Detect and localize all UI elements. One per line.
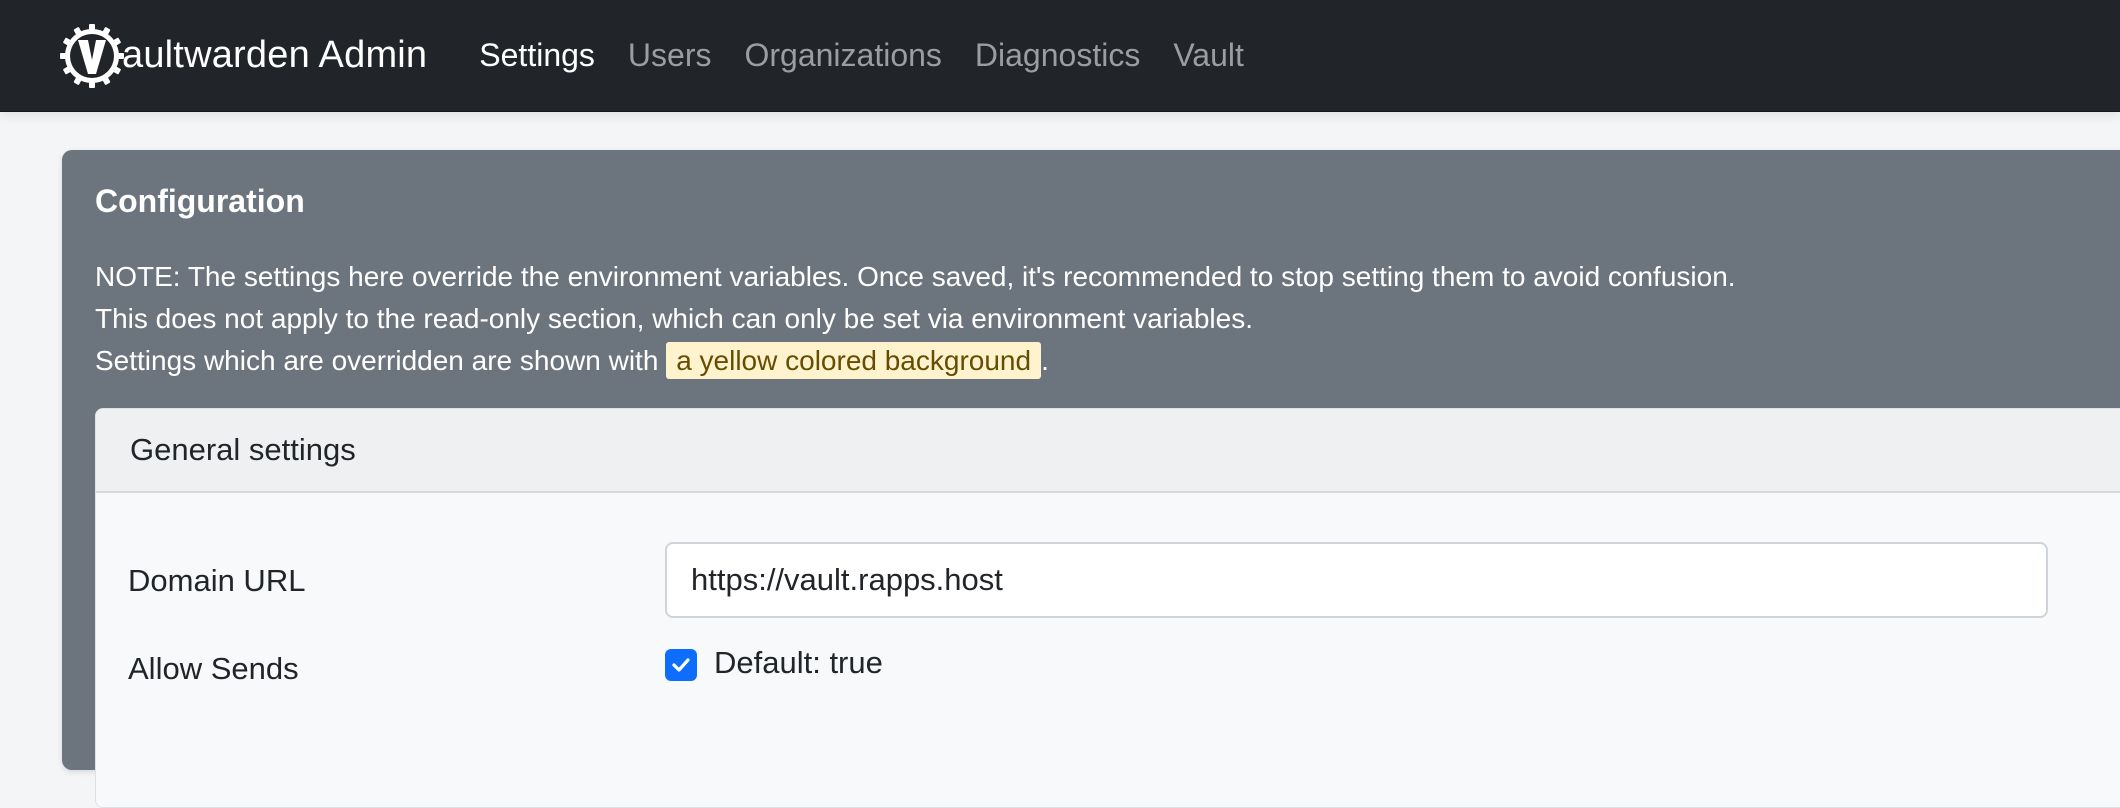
configuration-title: Configuration: [95, 183, 305, 219]
check-icon: [672, 658, 690, 672]
nav-link-vault[interactable]: Vault: [1173, 37, 1244, 74]
general-settings-header[interactable]: General settings: [96, 409, 2120, 493]
nav-link-users[interactable]: Users: [628, 37, 712, 74]
allow-sends-checkbox[interactable]: [665, 649, 697, 681]
nav-link-settings[interactable]: Settings: [479, 37, 595, 74]
note-line-2: This does not apply to the read-only sec…: [95, 303, 1253, 334]
brand-text: aultwarden Admin: [122, 34, 428, 76]
note-line-3-prefix: Settings which are overridden are shown …: [95, 345, 659, 376]
note-line-1: NOTE: The settings here override the env…: [95, 261, 1736, 292]
vaultwarden-logo-icon: [60, 23, 124, 88]
configuration-card: Configuration NOTE: The settings here ov…: [62, 150, 2120, 808]
note-line-3: Settings which are overridden are shown …: [95, 340, 1736, 382]
override-highlight-sample: a yellow colored background: [666, 342, 1042, 379]
domain-url-label: Domain URL: [128, 563, 306, 598]
top-navbar: aultwarden Admin Settings Users Organiza…: [0, 0, 2120, 112]
allow-sends-label: Allow Sends: [128, 651, 299, 686]
allow-sends-default: Default: true: [714, 645, 883, 680]
general-settings-panel: General settings Domain URL Allow Sends …: [95, 408, 2120, 808]
configuration-note: NOTE: The settings here override the env…: [95, 256, 1736, 382]
nav-links: Settings Users Organizations Diagnostics…: [479, 0, 1277, 112]
note-line-3-suffix: .: [1041, 345, 1049, 376]
brand-link[interactable]: aultwarden Admin: [60, 0, 427, 112]
nav-link-organizations[interactable]: Organizations: [744, 37, 941, 74]
domain-url-input[interactable]: [665, 542, 2048, 618]
nav-link-diagnostics[interactable]: Diagnostics: [975, 37, 1140, 74]
